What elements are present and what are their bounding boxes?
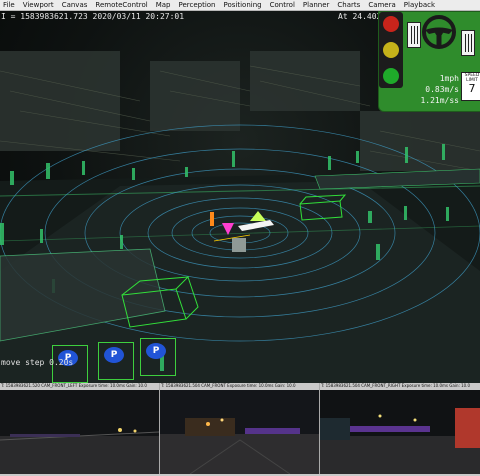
menu-playback[interactable]: Playback: [400, 0, 439, 10]
menu-camera[interactable]: Camera: [364, 0, 399, 10]
throttle-pedal-icon: [461, 30, 475, 56]
camera-caption: T: 1583983621.520 CAM_FRONT_LEFT Exposur…: [1, 383, 147, 388]
camera-caption: T: 1583983621.504 CAM_FRONT Exposure tim…: [161, 383, 296, 388]
parking-box-2: P: [98, 342, 134, 380]
speed-ms: 0.83m/s: [425, 85, 459, 94]
camera-front[interactable]: T: 1583983621.504 CAM_FRONT Exposure tim…: [160, 383, 320, 474]
camera-front-left[interactable]: T: 1583983621.520 CAM_FRONT_LEFT Exposur…: [0, 383, 160, 474]
camera-caption: T: 1583983621.504 CAM_FRONT_RIGHT Exposu…: [321, 383, 471, 388]
speed-mph: 1mph: [439, 74, 459, 83]
menu-canvas[interactable]: Canvas: [58, 0, 92, 10]
speed-limit-sign: SPEED LIMIT 7: [461, 72, 480, 101]
menu-map[interactable]: Map: [152, 0, 175, 10]
yellow-lamp-icon: [383, 42, 399, 58]
brake-pedal-icon: [407, 22, 421, 48]
acceleration: 1.21m/ss: [420, 96, 459, 105]
menu-planner[interactable]: Planner: [299, 0, 334, 10]
menu-file[interactable]: File: [0, 0, 19, 10]
menu-positioning[interactable]: Positioning: [220, 0, 266, 10]
menu-remotecontrol[interactable]: RemoteControl: [91, 0, 151, 10]
parking-icon: P: [146, 343, 166, 359]
menu-charts[interactable]: Charts: [333, 0, 364, 10]
parking-icon: P: [104, 347, 124, 363]
menu-viewport[interactable]: Viewport: [19, 0, 58, 10]
traffic-light-icon: [379, 12, 403, 88]
steering-wheel-icon: [422, 15, 456, 49]
vehicle-status-panel: 1mph 0.83m/s 1.21m/ss SPEED LIMIT 7: [378, 11, 480, 112]
menu-bar: File Viewport Canvas RemoteControl Map P…: [0, 0, 480, 11]
parking-box-3: P: [140, 338, 176, 376]
timestamp-readout: I = 1583983621.723 2020/03/11 20:27:01: [1, 12, 185, 21]
camera-strip: T: 1583983621.520 CAM_FRONT_LEFT Exposur…: [0, 383, 480, 476]
camera-front-right[interactable]: T: 1583983621.504 CAM_FRONT_RIGHT Exposu…: [320, 383, 480, 474]
red-lamp-icon: [383, 16, 399, 32]
move-step-readout: move step 0.20s: [1, 358, 74, 367]
menu-perception[interactable]: Perception: [174, 0, 219, 10]
menu-control[interactable]: Control: [266, 0, 299, 10]
green-lamp-icon: [383, 68, 399, 84]
speed-limit-value: 7: [468, 82, 476, 95]
